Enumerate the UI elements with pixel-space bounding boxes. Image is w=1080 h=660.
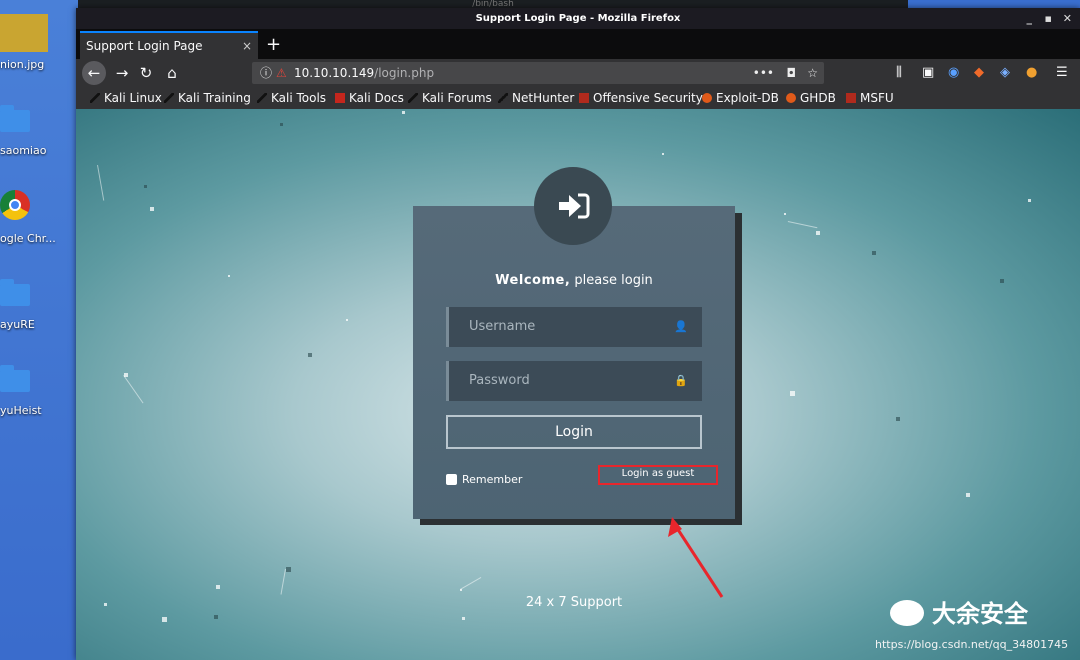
bookmark-item[interactable]: NetHunter (498, 87, 574, 109)
extension-icon[interactable]: ● (1026, 63, 1037, 83)
back-button[interactable]: ← (82, 61, 106, 85)
bookmark-label: NetHunter (512, 91, 575, 105)
watermark-text: 大余安全 (932, 600, 1028, 628)
maximize-icon[interactable]: ▪ (1045, 8, 1052, 29)
new-tab-button[interactable]: + (266, 31, 281, 59)
kali-dragon-icon (408, 93, 418, 103)
bookmark-item[interactable]: GHDB (786, 87, 836, 109)
background-terminal-title: /bin/bash (78, 0, 908, 8)
sidebar-icon[interactable]: ▣ (922, 63, 934, 83)
url-bar[interactable]: ⓘ ⚠ 10.10.10.149/login.php ••• ◘ ☆ (252, 62, 824, 84)
minimize-icon[interactable]: _ (1027, 8, 1033, 29)
bookmark-star-icon[interactable]: ☆ (807, 62, 818, 84)
desktop-icon-label: saomiao (0, 144, 47, 157)
image-thumbnail-icon (0, 14, 48, 52)
bookmark-item[interactable]: Kali Forums (408, 87, 492, 109)
bookmark-label: Exploit-DB (716, 91, 779, 105)
folder-icon (0, 105, 30, 132)
url-path: /login.php (374, 66, 435, 80)
bookmark-label: MSFU (860, 91, 894, 105)
nethunter-icon (498, 93, 508, 103)
bookmark-item[interactable]: Kali Linux (90, 87, 162, 109)
annotation-arrow-icon (668, 517, 724, 598)
forward-button[interactable]: → (112, 63, 132, 83)
bookmark-label: Kali Docs (349, 91, 404, 105)
tab-close-icon[interactable]: × (242, 32, 252, 60)
window-titlebar: Support Login Page - Mozilla Firefox _ ▪… (76, 8, 1080, 29)
watermark-url: https://blog.csdn.net/qq_34801745 (875, 638, 1069, 651)
bookmark-item[interactable]: Exploit-DB (702, 87, 779, 109)
tab-support-login[interactable]: Support Login Page × (80, 31, 258, 59)
extension-icon[interactable]: ◉ (948, 63, 959, 83)
desktop-icon-label: ayuRE (0, 318, 35, 331)
exploit-db-icon (702, 93, 712, 103)
kali-dragon-icon (164, 93, 174, 103)
offensive-security-icon (579, 93, 589, 103)
tab-title: Support Login Page (86, 39, 203, 53)
bookmark-label: Kali Forums (422, 91, 492, 105)
library-icon[interactable]: ⫼ (896, 63, 902, 83)
window-title: Support Login Page - Mozilla Firefox (475, 13, 681, 24)
reload-button[interactable]: ↻ (136, 63, 156, 83)
close-window-icon[interactable]: ✕ (1063, 8, 1072, 29)
desktop-icon-label: nion.jpg (0, 58, 45, 71)
bookmark-item[interactable]: Kali Training (164, 87, 251, 109)
desktop-icon-label: ogle Chr... (0, 232, 56, 245)
folder-icon (0, 365, 30, 392)
tab-bar: Support Login Page × + (76, 29, 1080, 59)
watermark-brand: 大余安全 (890, 594, 1028, 629)
page-actions-icon[interactable]: ••• (753, 62, 774, 84)
url-host: 10.10.10.149 (294, 66, 375, 80)
kali-dragon-icon (257, 93, 267, 103)
bookmark-label: Kali Training (178, 91, 251, 105)
bookmark-label: GHDB (800, 91, 836, 105)
home-button[interactable]: ⌂ (162, 63, 182, 83)
url-text: 10.10.10.149/login.php (294, 62, 434, 84)
bookmark-label: Kali Linux (104, 91, 162, 105)
bookmark-label: Offensive Security (593, 91, 703, 105)
desktop-icon-label: yuHeist (0, 404, 42, 417)
bookmark-item[interactable]: MSFU (846, 87, 894, 109)
nav-bar: ← → ↻ ⌂ ⓘ ⚠ 10.10.10.149/login.php ••• ◘… (76, 59, 1080, 87)
info-icon[interactable]: ⓘ (260, 62, 272, 84)
kali-dragon-icon (90, 93, 100, 103)
pocket-icon[interactable]: ◘ (787, 62, 797, 84)
wechat-icon (890, 600, 924, 626)
ghdb-icon (786, 93, 796, 103)
bookmark-item[interactable]: Kali Tools (257, 87, 326, 109)
folder-icon (0, 279, 30, 306)
extension-icon[interactable]: ◈ (1000, 63, 1010, 83)
chrome-icon (0, 190, 30, 220)
desktop: nion.jpg saomiao ogle Chr... ayuRE yuHei… (0, 0, 78, 660)
bookmark-item[interactable]: Kali Docs (335, 87, 404, 109)
bookmark-label: Kali Tools (271, 91, 327, 105)
kali-docs-icon (335, 93, 345, 103)
msfu-icon (846, 93, 856, 103)
bookmarks-toolbar: Kali Linux Kali Training Kali Tools Kali… (76, 87, 1080, 110)
menu-icon[interactable]: ☰ (1056, 63, 1068, 83)
extension-icon[interactable]: ◆ (974, 63, 984, 83)
insecure-lock-icon[interactable]: ⚠ (276, 62, 287, 84)
page-content: Welcome, please login Username 👤 Passwor… (76, 109, 1080, 660)
firefox-window: Support Login Page - Mozilla Firefox _ ▪… (76, 8, 1080, 660)
bookmark-item[interactable]: Offensive Security (579, 87, 703, 109)
